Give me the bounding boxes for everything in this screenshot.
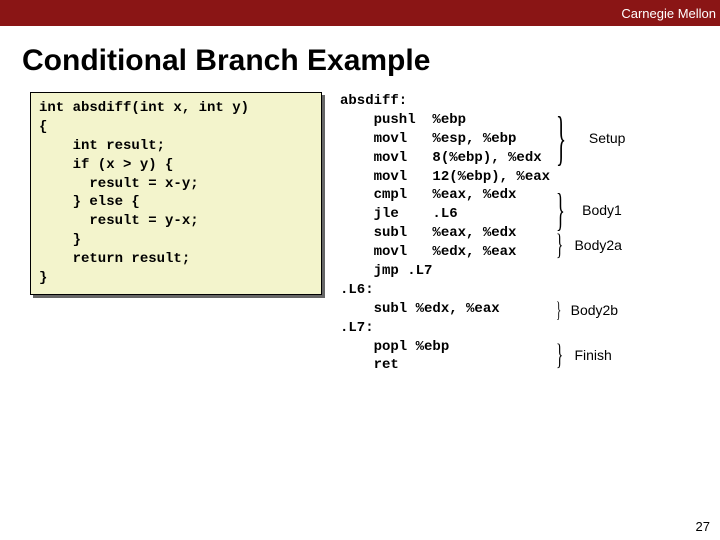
annot-label: Body1 (582, 202, 622, 218)
annot-label: Finish (574, 347, 611, 363)
annot-finish: } Finish (556, 346, 612, 364)
annot-label: Setup (589, 130, 626, 146)
annot-setup: } Setup (556, 120, 625, 156)
c-code-block: int absdiff(int x, int y) { int result; … (30, 92, 322, 295)
brace-icon: } (556, 120, 566, 156)
slide-title: Conditional Branch Example (0, 26, 720, 92)
annot-label: Body2a (574, 237, 621, 253)
page-number: 27 (696, 519, 710, 534)
annot-body2b: } Body2b (556, 302, 618, 318)
slide-content: int absdiff(int x, int y) { int result; … (0, 92, 720, 375)
brace-icon: } (556, 303, 561, 316)
annot-body2a: } Body2a (556, 236, 622, 254)
brace-icon: } (556, 236, 563, 254)
asm-code-block: absdiff: pushl %ebp movl %esp, %ebp movl… (340, 92, 550, 375)
annot-label: Body2b (571, 302, 618, 318)
top-banner: Carnegie Mellon (0, 0, 720, 26)
asm-wrap: absdiff: pushl %ebp movl %esp, %ebp movl… (340, 92, 648, 375)
annot-body1: } Body1 (556, 196, 622, 224)
brace-icon: } (556, 346, 563, 364)
banner-label: Carnegie Mellon (621, 6, 716, 21)
brace-icon: } (556, 196, 565, 224)
